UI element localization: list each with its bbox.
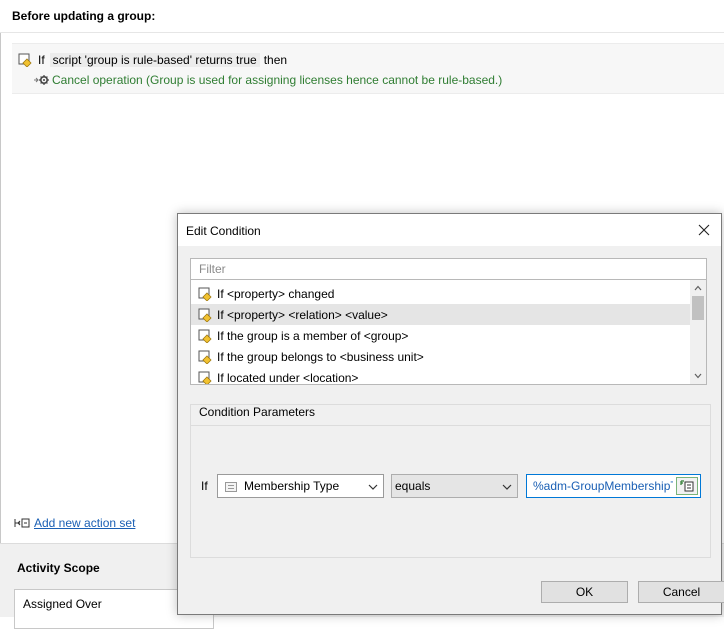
value-input-text[interactable]: %adm-GroupMembershipTyp: [533, 479, 673, 493]
chevron-down-icon[interactable]: [368, 481, 378, 495]
condition-item-label: If the group is a member of <group>: [217, 328, 409, 343]
condition-item-label: If located under <location>: [217, 370, 359, 385]
condition-list[interactable]: If <property> changed If <property> <rel…: [190, 280, 707, 385]
relation-select[interactable]: equals: [391, 474, 518, 498]
cancel-button[interactable]: Cancel: [638, 581, 724, 603]
dialog-titlebar[interactable]: Edit Condition: [178, 214, 721, 246]
scrollbar-thumb[interactable]: [692, 296, 704, 320]
condition-item-label: If <property> <relation> <value>: [217, 307, 388, 322]
param-if-label: If: [201, 479, 208, 493]
edit-condition-dialog: Edit Condition If <property> changed If …: [177, 213, 724, 615]
condition-item[interactable]: If <property> changed: [191, 283, 691, 304]
condition-item-selected[interactable]: If <property> <relation> <value>: [191, 304, 691, 325]
rule-action-text[interactable]: Cancel operation (Group is used for assi…: [52, 73, 502, 87]
value-input[interactable]: %adm-GroupMembershipTyp: [526, 474, 701, 498]
condition-item[interactable]: If the group is a member of <group>: [191, 325, 691, 346]
condition-parameters-group: Condition Parameters If Membership Type …: [190, 404, 711, 558]
condition-icon: [198, 287, 212, 302]
page-title: Before updating a group:: [12, 9, 156, 23]
params-divider: [191, 425, 710, 426]
activity-scope-item[interactable]: Assigned Over: [23, 597, 102, 611]
action-gear-icon: [34, 73, 50, 87]
property-select[interactable]: Membership Type: [217, 474, 384, 498]
rule-block[interactable]: If script 'group is rule-based' returns …: [12, 43, 724, 94]
rule-action-row[interactable]: Cancel operation (Group is used for assi…: [34, 72, 502, 88]
property-icon: [225, 481, 237, 492]
condition-icon: [198, 308, 212, 323]
rule-if-label: If: [38, 53, 45, 67]
rule-condition-row[interactable]: If script 'group is rule-based' returns …: [18, 52, 287, 68]
add-action-set[interactable]: Add new action set: [14, 516, 135, 530]
insert-value-reference-button[interactable]: [676, 477, 698, 495]
filter-input[interactable]: [190, 258, 707, 280]
condition-list-scrollbar[interactable]: [690, 280, 706, 384]
rule-then-label: then: [263, 53, 288, 67]
condition-icon: [198, 329, 212, 344]
relation-select-value: equals: [395, 479, 431, 493]
ok-button[interactable]: OK: [541, 581, 628, 603]
condition-icon: [198, 371, 212, 384]
condition-item-label: If the group belongs to <business unit>: [217, 349, 424, 364]
condition-parameters-label: Condition Parameters: [199, 405, 316, 419]
condition-item[interactable]: If located under <location>: [191, 367, 691, 385]
scroll-down-icon[interactable]: [690, 368, 706, 384]
left-border: [0, 33, 1, 543]
condition-icon: [198, 350, 212, 365]
condition-icon: [18, 53, 32, 68]
scroll-up-icon[interactable]: [690, 280, 706, 296]
rule-expression[interactable]: script 'group is rule-based' returns tru…: [49, 53, 260, 67]
close-icon[interactable]: [693, 220, 715, 240]
add-action-set-icon: [14, 517, 30, 529]
property-select-value: Membership Type: [244, 479, 340, 493]
chevron-down-icon[interactable]: [502, 481, 512, 495]
add-action-set-link[interactable]: Add new action set: [34, 516, 135, 530]
activity-scope-title: Activity Scope: [17, 561, 100, 575]
dialog-title: Edit Condition: [186, 224, 261, 238]
condition-item[interactable]: If the group belongs to <business unit>: [191, 346, 691, 367]
condition-item-label: If <property> changed: [217, 286, 335, 301]
insert-reference-icon: [680, 480, 694, 492]
header-divider: [0, 32, 724, 33]
